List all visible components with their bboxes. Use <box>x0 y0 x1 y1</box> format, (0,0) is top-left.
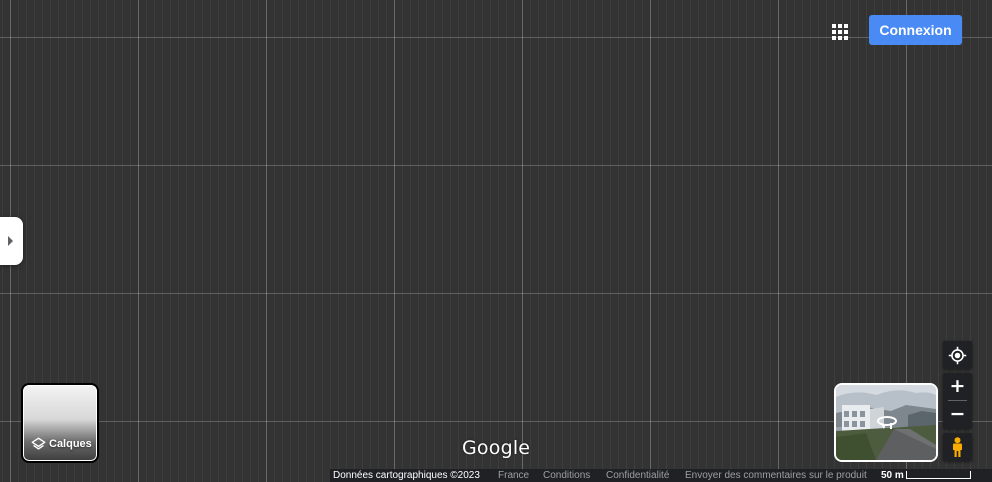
zoom-controls: + − <box>943 373 972 429</box>
signin-button[interactable]: Connexion <box>869 15 962 45</box>
map-data-attribution: Données cartographiques ©2023 <box>333 470 480 481</box>
street-view-thumbnail[interactable] <box>834 383 938 462</box>
layers-button[interactable]: Calques <box>21 383 99 463</box>
google-logo: Google <box>462 437 531 459</box>
terms-link[interactable]: Conditions <box>543 469 590 482</box>
zoom-out-button[interactable]: − <box>943 401 972 428</box>
rotate-360-icon <box>877 416 897 429</box>
map-footer: Données cartographiques ©2023 France Con… <box>330 469 992 482</box>
chevron-right-icon <box>8 236 13 246</box>
layers-label: Calques <box>49 438 92 450</box>
layers-icon <box>31 437 46 450</box>
zoom-in-button[interactable]: + <box>943 373 972 400</box>
google-apps-button[interactable] <box>827 19 851 43</box>
street-view-pegman-button[interactable] <box>943 433 972 461</box>
privacy-link[interactable]: Confidentialité <box>606 469 669 482</box>
feedback-link[interactable]: Envoyer des commentaires sur le produit <box>685 469 867 482</box>
side-panel-toggle[interactable] <box>0 217 23 265</box>
my-location-button[interactable] <box>943 341 972 369</box>
scale-label[interactable]: 50 m <box>881 469 904 482</box>
country-link[interactable]: France <box>498 469 529 482</box>
my-location-icon <box>948 346 967 365</box>
pegman-icon <box>953 437 962 457</box>
scale-bar[interactable] <box>906 471 971 479</box>
